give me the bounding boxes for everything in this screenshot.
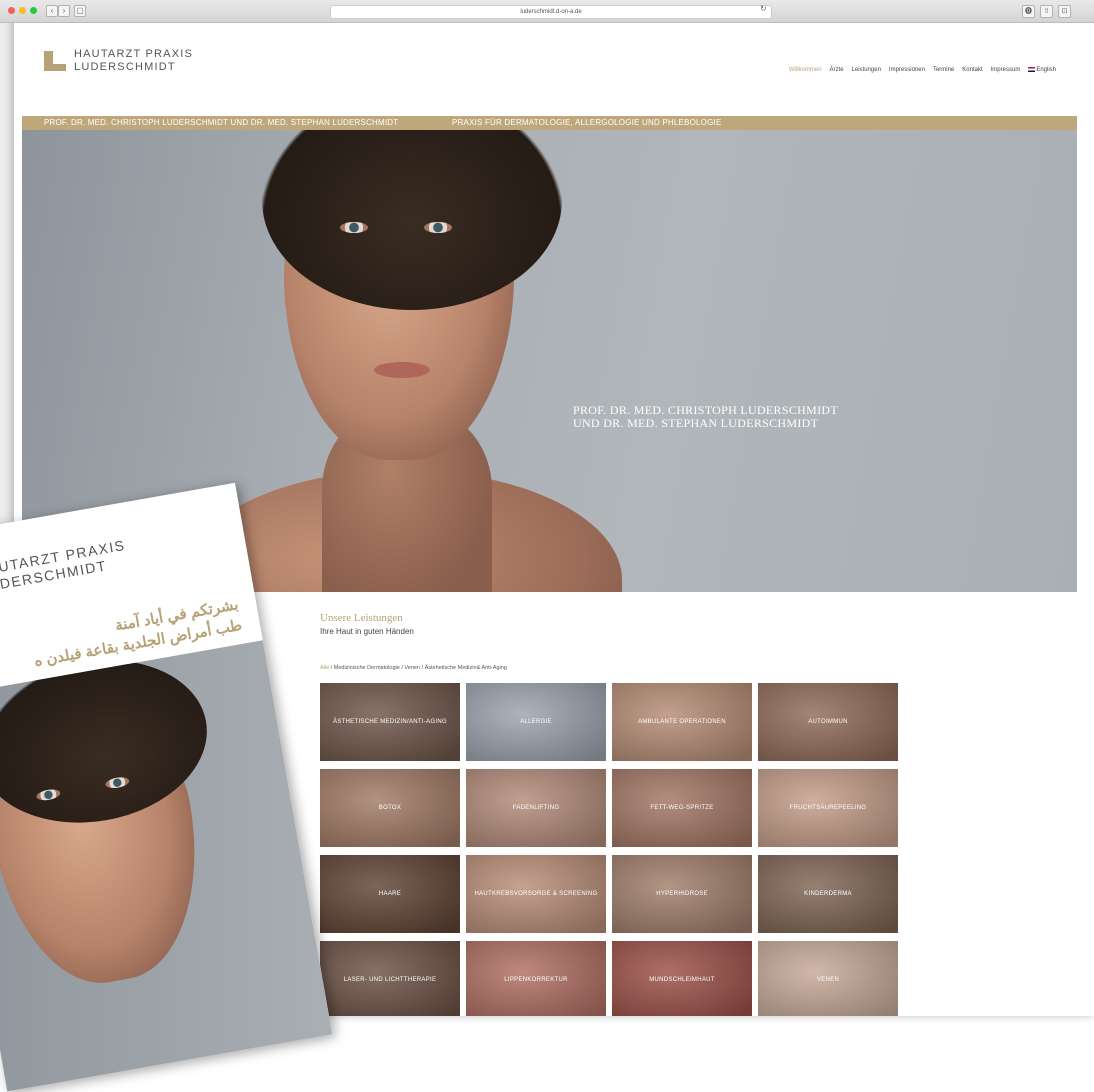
service-tile-label: VENEN <box>816 977 840 983</box>
language-label: English <box>1036 67 1056 74</box>
nav-item-termine[interactable]: Termine <box>933 67 954 73</box>
service-tile-label: BOTOX <box>378 805 402 811</box>
tabs-overview-icon[interactable]: ⊡ <box>1058 5 1071 18</box>
address-bar[interactable]: luderschmidt.d-on-a.de <box>330 5 772 19</box>
nav-item-kontakt[interactable]: Kontakt <box>962 67 982 73</box>
nav-item-leistungen[interactable]: Leistungen <box>852 67 881 73</box>
service-tile-label: HAARE <box>378 891 402 897</box>
services-subtitle: Ihre Haut in guten Händen <box>320 627 414 636</box>
service-tile[interactable]: HYPERHIDROSE <box>612 855 752 933</box>
service-tile[interactable]: LIPPENKORREKTUR <box>466 941 606 1016</box>
extension-icon[interactable]: ⓿ <box>1022 5 1035 18</box>
service-tile-label: AUTOIMMUN <box>808 719 848 725</box>
zoom-window-icon[interactable] <box>30 7 37 14</box>
hero-caption-line2: UND DR. MED. STEPHAN LUDERSCHMIDT <box>573 416 819 430</box>
brochure-heading: HAUTARZT PRAXIS LUDERSCHMIDT <box>0 537 130 597</box>
service-tile-label: AMBULANTE OPERATIONEN <box>638 719 726 725</box>
logo-icon[interactable] <box>44 51 66 71</box>
service-tile[interactable]: MUNDSCHLEIMHAUT <box>612 941 752 1016</box>
filter-3[interactable]: Ästehetische Medizin& Anti-Aging <box>425 665 507 671</box>
service-tile-label: MUNDSCHLEIMHAUT <box>649 977 715 983</box>
nav-item-impressionen[interactable]: Impressionen <box>889 67 925 73</box>
service-tile[interactable]: LASER- UND LICHTTHERAPIE <box>320 941 460 1016</box>
share-icon[interactable]: ⇧ <box>1040 5 1053 18</box>
hero-lips <box>374 362 430 378</box>
browser-toolbar: ‹ › ▢ luderschmidt.d-on-a.de ↻ ⓿ ⇧ ⊡ <box>0 0 1094 23</box>
service-tile-label: FADENLIFTING <box>512 805 560 811</box>
service-tile[interactable]: BOTOX <box>320 769 460 847</box>
service-tile-label: HAUTKREBSVORSORGE & SCREENING <box>474 891 598 897</box>
main-navigation: Willkommen Ärzte Leistungen Impressionen Ter… <box>789 67 1056 73</box>
service-tile-label: ÄSTHETISCHE MEDIZIN/ANTI-AGING <box>332 719 447 725</box>
doctor-banner: PROF. DR. MED. CHRISTOPH LUDERSCHMIDT UN… <box>22 116 1077 130</box>
service-tile[interactable]: FETT-WEG-SPRITZE <box>612 769 752 847</box>
service-tile[interactable]: FADENLIFTING <box>466 769 606 847</box>
logo-line1: HAUTARZT PRAXIS <box>74 48 194 60</box>
reload-icon[interactable]: ↻ <box>760 4 767 13</box>
service-tile-label: ALLERGIE <box>520 719 552 725</box>
hero-caption: PROF. DR. MED. CHRISTOPH LUDERSCHMIDT UN… <box>573 404 838 430</box>
service-tile[interactable]: AMBULANTE OPERATIONEN <box>612 683 752 761</box>
banner-doctors: PROF. DR. MED. CHRISTOPH LUDERSCHMIDT UN… <box>44 118 399 127</box>
service-tile-label: HYPERHIDROSE <box>656 891 708 897</box>
service-tile[interactable]: HAUTKREBSVORSORGE & SCREENING <box>466 855 606 933</box>
back-button[interactable]: ‹ <box>46 5 58 17</box>
service-tile[interactable]: AUTOIMMUN <box>758 683 898 761</box>
filter-2[interactable]: Venen <box>404 665 420 671</box>
service-tile-label: FRUCHTSÄUREPEELING <box>789 805 867 811</box>
services-title: Unsere Leistungen <box>320 612 403 624</box>
close-window-icon[interactable] <box>8 7 15 14</box>
banner-practice: PRAXIS FÜR DERMATOLOGIE, ALLERGOLOGIE UN… <box>452 118 722 127</box>
nav-item-willkommen[interactable]: Willkommen <box>789 67 822 73</box>
service-tile[interactable]: ÄSTHETISCHE MEDIZIN/ANTI-AGING <box>320 683 460 761</box>
service-tile[interactable]: ALLERGIE <box>466 683 606 761</box>
minimize-window-icon[interactable] <box>19 7 26 14</box>
service-tile-label: KINDERDERMA <box>804 891 852 897</box>
logo-line2: LUDERSCHMIDT <box>74 61 176 73</box>
logo-text[interactable]: HAUTARZT PRAXIS LUDERSCHMIDT <box>74 48 193 74</box>
services-filter-bar: Alle / Medizinische Dermatologie / Venen… <box>320 665 507 671</box>
service-tile-label: LIPPENKORREKTUR <box>504 977 568 983</box>
sidebar-toggle-icon[interactable]: ▢ <box>74 5 86 17</box>
forward-button[interactable]: › <box>58 5 70 17</box>
service-tile-label: FETT-WEG-SPRITZE <box>650 805 714 811</box>
hero-eye-left <box>340 222 368 233</box>
service-tile[interactable]: FRUCHTSÄUREPEELING <box>758 769 898 847</box>
filter-1[interactable]: Medizinische Dermatologie <box>334 665 400 671</box>
language-switch-english[interactable]: English <box>1028 67 1056 73</box>
nav-item--rzte[interactable]: Ärzte <box>830 67 844 73</box>
service-tile[interactable]: VENEN <box>758 941 898 1016</box>
service-tile-label: LASER- UND LICHTTHERAPIE <box>343 977 437 983</box>
service-tile[interactable]: KINDERDERMA <box>758 855 898 933</box>
nav-item-impressum[interactable]: Impressum <box>991 67 1021 73</box>
hero-eye-right <box>424 222 452 233</box>
uk-flag-icon <box>1028 67 1036 72</box>
filter-0[interactable]: Alle <box>320 665 329 671</box>
service-tile[interactable]: HAARE <box>320 855 460 933</box>
